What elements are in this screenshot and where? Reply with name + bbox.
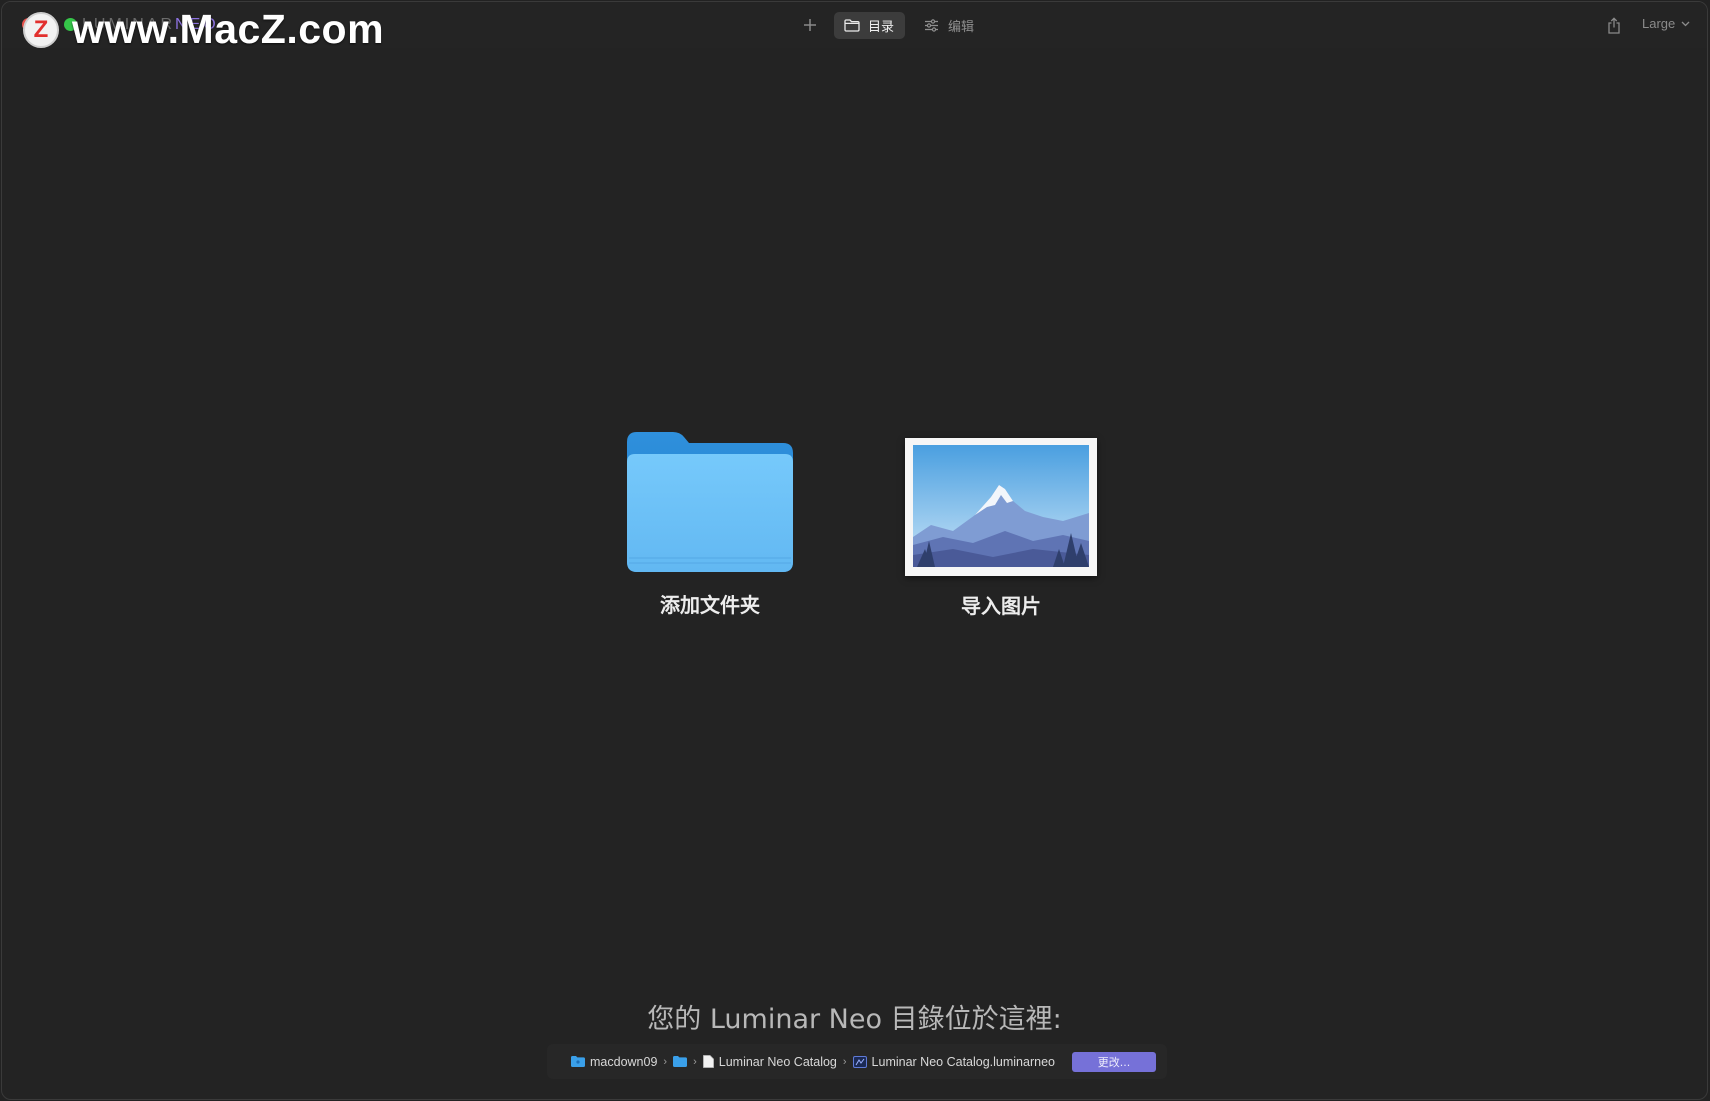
path-crumb-catalog-folder[interactable]: Luminar Neo Catalog: [702, 1054, 837, 1069]
catalog-path-bar: macdown09 › › Luminar Neo Catalog › Lumi…: [547, 1044, 1167, 1079]
tab-catalog[interactable]: 目录: [834, 12, 905, 39]
tab-edit-label: 编辑: [948, 20, 975, 35]
folder-icon: [673, 1056, 688, 1067]
path-crumb-catalog-folder-label: Luminar Neo Catalog: [718, 1054, 837, 1069]
view-size-dropdown[interactable]: Large: [1642, 16, 1690, 31]
chevron-right-icon: ›: [842, 1055, 847, 1068]
path-crumb-catalog-file[interactable]: Luminar Neo Catalog.luminarneo: [852, 1054, 1055, 1069]
folder-large-icon: [627, 432, 793, 572]
import-images-action[interactable]: 导入图片: [901, 438, 1101, 619]
chevron-down-icon: [1681, 21, 1690, 26]
chevron-right-icon: ›: [663, 1055, 668, 1068]
add-folder-action[interactable]: 添加文件夹: [626, 432, 794, 618]
share-icon: [1608, 16, 1620, 34]
path-crumb-catalog-file-label: Luminar Neo Catalog.luminarneo: [871, 1054, 1055, 1069]
watermark-text: www.MacZ.com: [72, 6, 385, 52]
title-bar: LUMINARNEO Z www.MacZ.com 目录 编辑 Large: [2, 2, 1707, 52]
document-icon: [702, 1055, 714, 1068]
path-crumb-folder[interactable]: [673, 1056, 688, 1067]
import-images-label: 导入图片: [961, 594, 1041, 618]
plus-icon: [804, 19, 816, 31]
sliders-icon: [925, 19, 938, 32]
watermark-badge: Z: [23, 12, 59, 48]
user-folder-icon: [571, 1056, 585, 1067]
app-window: LUMINARNEO Z www.MacZ.com 目录 编辑 Large 添加…: [1, 1, 1708, 1100]
path-crumb-home-label: macdown09: [590, 1054, 658, 1069]
tab-catalog-label: 目录: [868, 20, 895, 35]
folder-icon: [844, 19, 860, 32]
tab-edit[interactable]: 编辑: [922, 12, 974, 39]
catalog-file-icon: [852, 1055, 867, 1068]
chevron-right-icon: ›: [693, 1055, 697, 1068]
add-button[interactable]: [798, 13, 822, 37]
catalog-location-title: 您的 Luminar Neo 目錄位於這裡:: [647, 1004, 1062, 1035]
path-crumb-home[interactable]: macdown09: [571, 1055, 657, 1069]
view-size-label: Large: [1642, 16, 1676, 31]
change-location-button[interactable]: 更改...: [1071, 1051, 1156, 1072]
share-button[interactable]: [1604, 13, 1624, 37]
landscape-photo-icon: [905, 438, 1097, 576]
add-folder-label: 添加文件夹: [660, 593, 760, 617]
